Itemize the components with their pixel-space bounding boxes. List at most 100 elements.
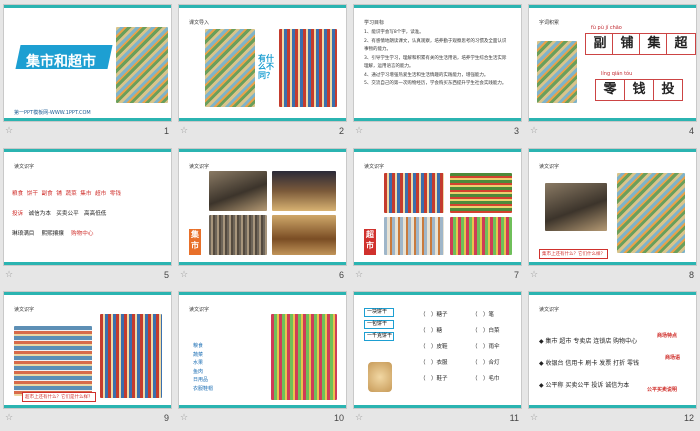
word: 高高低低 <box>84 210 107 217</box>
annotation: 商场特点 <box>657 333 678 340</box>
word: 铺 <box>56 190 62 197</box>
slide-canvas[interactable]: 集市和超市 第一PPT模板网-WWW.1PPT.COM <box>3 4 172 122</box>
star-icon[interactable]: ☆ <box>180 270 188 280</box>
objective-line: 5、交流自己的第一次购物经历，学会购买东西提升学生社会实践能力。 <box>364 81 507 87</box>
star-icon[interactable]: ☆ <box>180 126 188 136</box>
star-icon[interactable]: ☆ <box>355 126 363 136</box>
measure-word-box: 一块饼干 <box>364 308 394 318</box>
slide-number: 11 <box>509 413 519 424</box>
accent-bar <box>354 292 521 296</box>
slide-number: 8 <box>688 269 694 280</box>
market-photo <box>272 170 336 211</box>
slide-canvas[interactable]: 学习目标 1、能识字会写8个字，读准。 2、有感情地朗读课文，认真观察，培养勤于… <box>353 4 522 122</box>
slide-canvas[interactable]: 读文识字 超市上还有什么？它们是什么样？ <box>3 291 172 410</box>
supermarket-photo <box>14 326 92 397</box>
cookie-image <box>368 362 392 393</box>
objective-line: 事物的能力。 <box>364 47 391 53</box>
supermarket-photo <box>450 172 512 213</box>
market-illustration <box>116 27 168 103</box>
fill-blank: （ ）笔 <box>472 312 495 319</box>
slide-thumb-9[interactable]: 读文识字 超市上还有什么？它们是什么样？ ☆ 9 <box>0 287 175 431</box>
slide-canvas[interactable]: 读文识字 ◆ 集市 超市 专卖店 连锁店 购物中心 ◆ 收银台 信用卡 刷卡 发… <box>528 291 697 410</box>
slide-thumb-12[interactable]: 读文识字 ◆ 集市 超市 专卖店 连锁店 购物中心 ◆ 收银台 信用卡 刷卡 发… <box>525 287 700 431</box>
accent-bar <box>4 148 171 152</box>
slide-number: 6 <box>338 269 344 280</box>
slide-label: 读文识字 <box>539 163 560 170</box>
star-icon[interactable]: ☆ <box>530 270 538 280</box>
supermarket-illustration <box>100 314 162 399</box>
market-illustration <box>537 41 577 103</box>
accent-bar <box>354 261 521 265</box>
accent-bar <box>529 148 696 152</box>
slide-sorter: 集市和超市 第一PPT模板网-WWW.1PPT.COM ☆ 1 课文导入 有什么不… <box>0 0 700 431</box>
objectives-list: 1、能识字会写8个字，读准。 2、有感情地朗读课文，认真观察，培养勤于观察思考的… <box>364 29 516 89</box>
pinyin-row: fù pù jí chāo <box>591 25 622 31</box>
slide-canvas[interactable]: 一块饼干 一包饼干 一千克饼干 （ ）糖子 （ ）糖 （ ）皮鞋 （ ）衣服 （… <box>353 291 522 410</box>
objective-line: 4、通过学习增强热爱生活和生活情趣的实践能力，增强能力。 <box>364 72 489 78</box>
vocab-row: ◆ 公平称 买卖公平 投诉 诚信为本 <box>539 382 630 390</box>
slide-canvas[interactable]: 字词积累 fù pù jí chāo 副 铺 集 超 líng qián tóu… <box>528 4 697 122</box>
word-row: 粮食 饼干 副食 铺 蔬菜 集市 超市 零钱 <box>12 189 121 197</box>
accent-bar <box>4 292 171 296</box>
char-card: 钱 <box>624 79 654 101</box>
word: 超市 <box>95 190 107 197</box>
slide-canvas[interactable]: 读文识字 集市 <box>178 147 347 266</box>
accent-bar <box>354 405 521 409</box>
slide-thumb-5[interactable]: 读文识字 粮食 饼干 副食 铺 蔬菜 集市 超市 零钱 投诉 诚信为本 买卖公平… <box>0 144 175 288</box>
slide-thumb-8[interactable]: 读文识字 集市上还有什么？它们什么样？ ☆ 8 <box>525 144 700 288</box>
slide-thumb-6[interactable]: 读文识字 集市 ☆ 6 <box>175 144 350 288</box>
objective-line: 3、引导学生学习，理解和积累有关的生活用语，培养学生综合生活实际 <box>364 55 507 61</box>
slide-thumb-2[interactable]: 课文导入 有什么不同？ ☆ 2 <box>175 0 350 144</box>
star-icon[interactable]: ☆ <box>355 270 363 280</box>
star-icon[interactable]: ☆ <box>530 126 538 136</box>
char-card: 副 <box>585 33 615 55</box>
slide-number: 1 <box>163 126 169 136</box>
word: 蔬菜 <box>65 190 77 197</box>
star-icon[interactable]: ☆ <box>530 413 538 423</box>
slide-number: 2 <box>338 126 344 136</box>
slide-number: 10 <box>333 413 344 424</box>
word: 集市 <box>80 190 92 197</box>
word: 副食 <box>41 190 53 197</box>
slide-thumb-10[interactable]: 读文识字 粮食 蔬菜 水果 鱼肉 日用品 衣服鞋帽 ☆ 10 <box>175 287 350 431</box>
slide-canvas[interactable]: 读文识字 超市 <box>353 147 522 266</box>
pinyin-row: líng qián tóu <box>601 71 633 77</box>
supermarket-photo <box>384 172 444 213</box>
slide-number: 3 <box>513 126 519 136</box>
star-icon[interactable]: ☆ <box>5 413 13 423</box>
slide-thumb-1[interactable]: 集市和超市 第一PPT模板网-WWW.1PPT.COM ☆ 1 <box>0 0 175 144</box>
supermarket-photo <box>450 216 512 255</box>
slide-canvas[interactable]: 课文导入 有什么不同？ <box>178 4 347 122</box>
star-icon[interactable]: ☆ <box>5 270 13 280</box>
goods-item: 日用品 <box>193 377 209 384</box>
slide-canvas[interactable]: 读文识字 粮食 蔬菜 水果 鱼肉 日用品 衣服鞋帽 <box>178 291 347 410</box>
vocab-row: ◆ 集市 超市 专卖店 连锁店 购物中心 <box>539 338 638 346</box>
slide-canvas[interactable]: 读文识字 集市上还有什么？它们什么样？ <box>528 147 697 266</box>
accent-bar <box>179 405 346 409</box>
accent-bar <box>4 5 171 8</box>
question-text: 有什么不同？ <box>258 54 274 80</box>
measure-word-box: 一千克饼干 <box>364 332 394 342</box>
accent-bar <box>529 405 696 409</box>
slide-thumb-4[interactable]: 字词积累 fù pù jí chāo 副 铺 集 超 líng qián tóu… <box>525 0 700 144</box>
objective-line: 1、能识字会写8个字，读准。 <box>364 30 424 35</box>
supermarket-illustration <box>279 29 337 107</box>
fill-blank: （ ）合灯 <box>472 360 500 367</box>
star-icon[interactable]: ☆ <box>5 126 13 136</box>
goods-item: 水果 <box>193 360 204 367</box>
star-icon[interactable]: ☆ <box>180 413 188 423</box>
slide-thumb-7[interactable]: 读文识字 超市 ☆ 7 <box>350 144 525 288</box>
goods-item: 粮食 <box>193 343 204 350</box>
slide-canvas[interactable]: 读文识字 粮食 饼干 副食 铺 蔬菜 集市 超市 零钱 投诉 诚信为本 买卖公平… <box>3 147 172 266</box>
slide-thumb-11[interactable]: 一块饼干 一包饼干 一千克饼干 （ ）糖子 （ ）糖 （ ）皮鞋 （ ）衣服 （… <box>350 287 525 431</box>
objective-line: 理解，运用语言的能力。 <box>364 64 414 70</box>
slide-label: 学习目标 <box>364 20 385 26</box>
slide-label: 读文识字 <box>14 307 35 314</box>
word-row: 琳琅满目 熙熙攘攘 购物中心 <box>12 229 93 237</box>
star-icon[interactable]: ☆ <box>355 413 363 423</box>
slide-thumb-3[interactable]: 学习目标 1、能识字会写8个字，读准。 2、有感情地朗读课文，认真观察，培养勤于… <box>350 0 525 144</box>
fill-blank: （ ）衣服 <box>420 360 448 367</box>
accent-bar <box>354 148 521 152</box>
accent-bar <box>529 118 696 121</box>
question-caption: 超市上还有什么？它们是什么样？ <box>22 392 96 403</box>
